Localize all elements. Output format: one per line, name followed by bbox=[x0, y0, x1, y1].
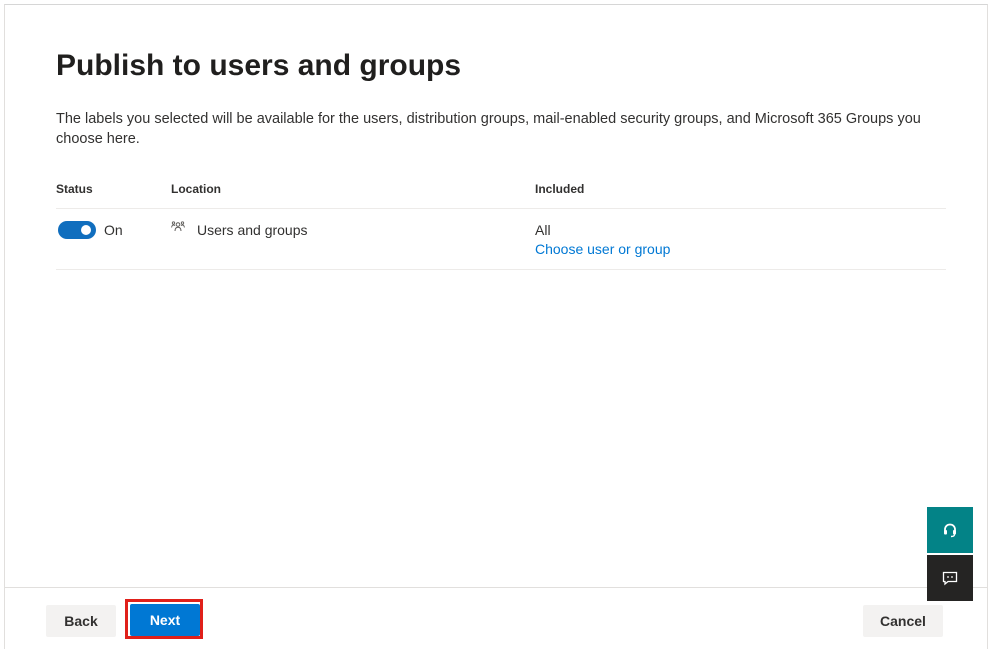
column-header-location: Location bbox=[171, 182, 221, 196]
wizard-panel: Publish to users and groups The labels y… bbox=[4, 4, 988, 649]
back-button[interactable]: Back bbox=[46, 605, 116, 637]
column-header-status: Status bbox=[56, 182, 93, 196]
choose-user-or-group-link[interactable]: Choose user or group bbox=[535, 241, 670, 257]
wizard-footer: Back Next Cancel bbox=[5, 587, 987, 649]
locations-table: Status Location Included On Users and gr… bbox=[56, 177, 946, 270]
included-value: All bbox=[535, 222, 551, 238]
table-header-row: Status Location Included bbox=[56, 177, 946, 209]
feedback-button[interactable] bbox=[927, 555, 973, 601]
status-toggle[interactable] bbox=[58, 221, 96, 239]
page-description: The labels you selected will be availabl… bbox=[56, 111, 921, 147]
status-label: On bbox=[104, 222, 123, 238]
column-header-included: Included bbox=[535, 182, 585, 196]
table-row: On Users and groups All Choose user or g… bbox=[56, 209, 946, 270]
location-name: Users and groups bbox=[197, 222, 308, 238]
help-button[interactable] bbox=[927, 507, 973, 553]
page-title: Publish to users and groups bbox=[56, 49, 462, 82]
cancel-button[interactable]: Cancel bbox=[863, 605, 943, 637]
toggle-knob bbox=[81, 225, 91, 235]
help-headset-icon bbox=[944, 523, 956, 538]
feedback-icon bbox=[942, 571, 958, 586]
next-button[interactable]: Next bbox=[130, 604, 200, 636]
users-groups-icon bbox=[171, 221, 185, 232]
